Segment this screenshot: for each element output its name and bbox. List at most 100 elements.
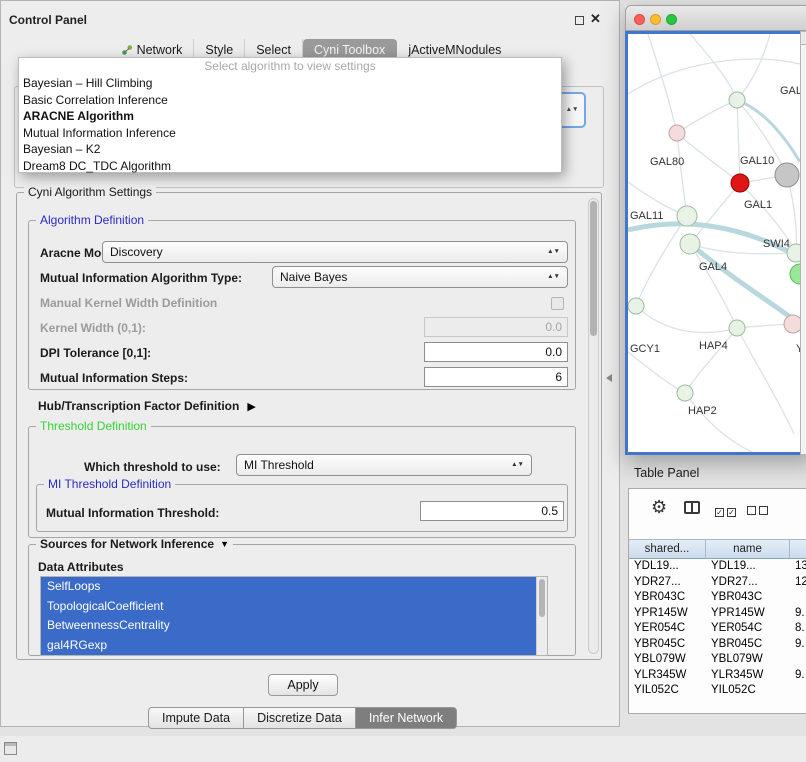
tab-label: Cyni Toolbox [314, 43, 385, 57]
table-cell: YDL19... [629, 559, 706, 575]
mi-threshold-field[interactable] [420, 501, 564, 521]
kernel-width-field[interactable] [424, 317, 568, 337]
network-node[interactable] [680, 234, 700, 254]
table-cell: YDR27... [629, 575, 706, 591]
network-node[interactable] [784, 315, 800, 333]
table-row[interactable]: YPR145WYPR145W9. [629, 606, 806, 622]
algorithm-definition-title: Algorithm Definition [36, 214, 148, 227]
dpi-tolerance-field[interactable] [424, 342, 568, 362]
bottom-tab-discretize-data[interactable]: Discretize Data [243, 707, 356, 729]
attribute-item[interactable]: TopologicalCoefficient [41, 597, 536, 617]
network-node[interactable] [628, 298, 644, 314]
zoom-traffic-light[interactable] [666, 14, 677, 25]
network-node[interactable] [729, 92, 745, 108]
table-cell: YIL052C [706, 683, 790, 699]
attribute-item[interactable]: SelfLoops [41, 577, 536, 597]
algorithm-combo-button[interactable]: ▲▼ [558, 92, 586, 128]
select-columns-icon[interactable]: ✓✓ [715, 502, 739, 520]
bottom-tab-bar: Impute DataDiscretize DataInfer Network [148, 707, 457, 729]
hub-definition-label: Hub/Transcription Factor Definition [38, 399, 239, 413]
threshold-definition-title: Threshold Definition [36, 420, 151, 433]
table-row[interactable]: YBL079WYBL079W [629, 652, 806, 668]
which-threshold-label: Which threshold to use: [84, 460, 221, 474]
network-scrollbar[interactable] [800, 31, 806, 455]
network-node[interactable] [669, 125, 685, 141]
close-traffic-light[interactable] [634, 14, 645, 25]
table-cell: YBL079W [706, 652, 790, 668]
network-node[interactable] [790, 264, 800, 284]
hub-definition-section[interactable]: Hub/Transcription Factor Definition ▶ [38, 399, 256, 413]
combo-arrows-icon: ▲▼ [566, 107, 579, 112]
table-cell: 9. [790, 668, 806, 684]
split-pane-handle[interactable] [606, 374, 612, 382]
table-row[interactable]: YBR043CYBR043C [629, 590, 806, 606]
network-view-window: GALGAL80GAL10GAL1GAL11SWI4GAL4GCY1HAP4HA… [625, 5, 806, 455]
attribute-item[interactable]: gal4RGexp [41, 636, 536, 656]
attributes-scrollbar-thumb[interactable] [539, 579, 545, 617]
network-node[interactable] [677, 206, 697, 226]
attributes-scrollbar[interactable] [536, 577, 547, 655]
data-attributes-listbox: SelfLoopsTopologicalCoefficientBetweenne… [40, 576, 548, 656]
table-cell: YBR045C [629, 637, 706, 653]
gear-icon[interactable]: ⚙ [651, 497, 667, 517]
algorithm-option[interactable]: Basic Correlation Inference [19, 92, 561, 109]
mi-steps-field[interactable] [424, 367, 568, 387]
algorithm-option[interactable]: ARACNE Algorithm [19, 108, 561, 125]
table-row[interactable]: YIL052CYIL052C [629, 683, 806, 699]
manual-kernel-checkbox[interactable] [551, 297, 564, 310]
table-row[interactable]: YBR045CYBR045C9. [629, 637, 806, 653]
table-row[interactable]: YER054CYER054C8. [629, 621, 806, 637]
which-threshold-value: MI Threshold [244, 458, 314, 472]
algorithm-popup-placeholder[interactable]: Select algorithm to view settings [19, 58, 561, 75]
column-header[interactable]: shared... [629, 539, 706, 559]
mi-type-value: Naive Bayes [280, 270, 347, 284]
bottom-tab-infer-network[interactable]: Infer Network [355, 707, 457, 729]
apply-button-label: Apply [287, 678, 318, 692]
bottom-tab-impute-data[interactable]: Impute Data [148, 707, 244, 729]
node-label: SWI4 [763, 238, 790, 250]
table-panel-toolbar: ⚙ ✓✓ [629, 489, 806, 537]
table-row[interactable]: YLR345WYLR345W9. [629, 668, 806, 684]
algorithm-option[interactable]: Bayesian – K2 [19, 141, 561, 158]
deselect-columns-icon[interactable] [747, 502, 771, 520]
network-node[interactable] [775, 163, 799, 187]
column-header[interactable] [790, 539, 806, 559]
combo-arrows-icon: ▲▼ [505, 462, 524, 467]
settings-scrollbar[interactable] [588, 198, 599, 654]
columns-icon[interactable] [684, 501, 700, 514]
network-node[interactable] [729, 320, 745, 336]
table-row[interactable]: YDR27...YDR27...12 [629, 575, 806, 591]
data-attributes-label: Data Attributes [38, 560, 124, 574]
aracne-mode-value: Discovery [110, 245, 163, 259]
attribute-item[interactable]: BetweennessCentrality [41, 616, 536, 636]
table-cell: 13 [790, 559, 806, 575]
mi-type-combo[interactable]: Naive Bayes ▲▼ [272, 266, 568, 288]
network-scrollbar-button[interactable] [801, 32, 806, 45]
algorithm-option[interactable]: Bayesian – Hill Climbing [19, 75, 561, 92]
column-header[interactable]: name [706, 539, 790, 559]
table-row[interactable]: YDL19...YDL19...13 [629, 559, 806, 575]
algorithm-option[interactable]: Dream8 DC_TDC Algorithm [19, 158, 561, 175]
minimize-traffic-light[interactable] [650, 14, 661, 25]
minimized-panel-icon[interactable] [4, 742, 17, 755]
which-threshold-combo[interactable]: MI Threshold ▲▼ [236, 454, 532, 476]
node-label: GAL10 [740, 155, 774, 167]
aracne-mode-combo[interactable]: Discovery ▲▼ [102, 241, 568, 263]
status-bar-area [0, 736, 806, 762]
algorithm-option[interactable]: Mutual Information Inference [19, 125, 561, 142]
table-body: YDL19...YDL19...13YDR27...YDR27...12YBR0… [629, 559, 806, 699]
sources-group-header[interactable]: Sources for Network Inference ▼ [36, 538, 233, 551]
float-window-icon[interactable] [575, 16, 584, 25]
settings-scrollbar-thumb[interactable] [590, 201, 597, 336]
network-node[interactable] [731, 174, 749, 192]
node-label: GAL80 [650, 156, 684, 168]
network-window-titlebar[interactable] [625, 5, 806, 31]
close-icon[interactable]: ✕ [590, 11, 601, 27]
table-cell [790, 652, 806, 668]
apply-button[interactable]: Apply [268, 674, 338, 696]
table-cell: 12 [790, 575, 806, 591]
network-canvas[interactable]: GALGAL80GAL10GAL1GAL11SWI4GAL4GCY1HAP4HA… [625, 31, 803, 455]
node-label: HAP2 [688, 405, 717, 417]
algorithm-popup-list: Bayesian – Hill ClimbingBasic Correlatio… [19, 75, 561, 174]
network-node[interactable] [677, 385, 693, 401]
